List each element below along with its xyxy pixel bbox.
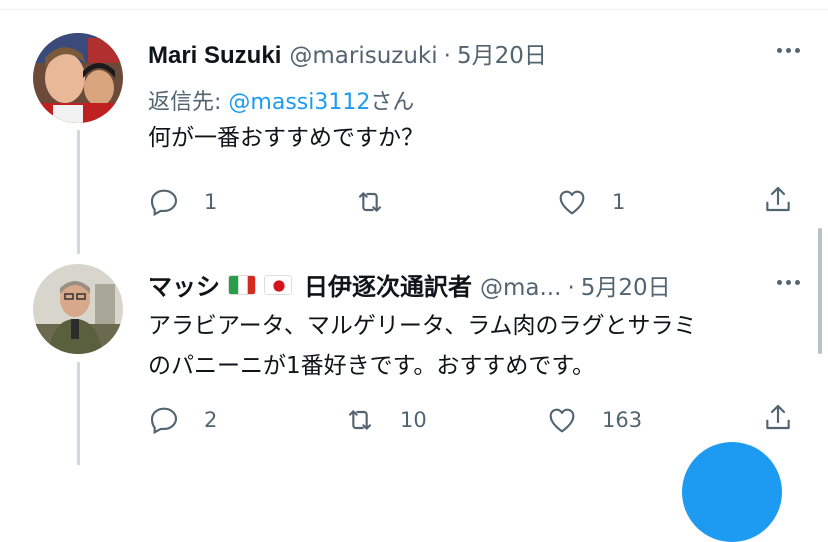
user-handle[interactable]: @ma... [480, 275, 561, 301]
avatar[interactable] [33, 264, 123, 354]
tweet-date[interactable]: 5月20日 [457, 36, 547, 70]
italy-flag [228, 275, 256, 295]
like-button[interactable]: 1 [556, 186, 625, 218]
avatar-photo [33, 264, 123, 354]
reply-count: 2 [204, 408, 218, 432]
reply-icon [150, 189, 178, 217]
retweet-button[interactable]: 10 [344, 404, 427, 436]
reply-button[interactable]: 2 [148, 404, 217, 436]
share-icon [766, 404, 790, 430]
user-handle[interactable]: @marisuzuki [289, 43, 437, 69]
retweet-count: 10 [400, 408, 427, 432]
display-name[interactable]: Mari Suzuki [148, 42, 281, 70]
reply-button[interactable]: 1 [148, 186, 217, 218]
tweet-text-line: のパニーニが1番好きです。おすすめです。 [148, 353, 596, 379]
share-icon [766, 186, 790, 212]
tweet-header: Mari Suzuki @marisuzuki · 5月20日 [148, 36, 547, 70]
share-button[interactable] [762, 402, 794, 434]
display-name-suffix[interactable]: 日伊逐次通訳者 [304, 267, 472, 302]
scrollbar[interactable] [818, 228, 822, 354]
like-count: 163 [602, 408, 643, 432]
avatar-photo [33, 33, 123, 123]
more-icon[interactable] [777, 280, 800, 285]
retweet-icon [348, 410, 372, 430]
tweet-text: アラビアータ、マルゲリータ、ラム肉のラグとサラミ のパニーニが1番好きです。おす… [148, 306, 697, 386]
tweet-text: 何が一番おすすめですか？ [148, 125, 424, 151]
reply-mention-link[interactable]: @massi3112 [228, 90, 370, 115]
separator-dot: · [567, 275, 575, 301]
like-button[interactable]: 163 [546, 404, 642, 436]
tweet-date[interactable]: 5月20日 [581, 268, 671, 302]
tweet[interactable]: Mari Suzuki @marisuzuki · 5月20日 返信先: @ma… [0, 0, 828, 250]
more-icon[interactable] [777, 48, 800, 53]
like-icon [549, 408, 575, 433]
compose-button[interactable] [682, 442, 782, 542]
like-icon [559, 190, 585, 215]
retweet-icon [358, 192, 382, 212]
japan-flag [264, 275, 292, 295]
tweet-actions: 2 10 163 [0, 402, 828, 442]
avatar[interactable] [33, 33, 123, 123]
share-button[interactable] [762, 184, 794, 216]
tweet-actions: 1 1 [0, 182, 828, 222]
reply-count: 1 [204, 190, 218, 214]
like-count: 1 [612, 190, 626, 214]
reply-suffix: さん [370, 90, 415, 115]
reply-prefix: 返信先: [148, 90, 229, 115]
tweet-header: マッシ 日伊逐次通訳者 @ma... · 5月20日 [148, 267, 671, 302]
separator-dot: · [443, 43, 451, 69]
retweet-button[interactable] [354, 186, 410, 218]
display-name[interactable]: マッシ [148, 267, 220, 302]
reply-to-line: 返信先: @massi3112さん [148, 84, 414, 116]
reply-icon [150, 407, 178, 435]
tweet[interactable]: マッシ 日伊逐次通訳者 @ma... · 5月20日 アラビアータ、マルゲリータ… [0, 250, 828, 465]
tweet-text-line: アラビアータ、マルゲリータ、ラム肉のラグとサラミ [148, 313, 697, 339]
